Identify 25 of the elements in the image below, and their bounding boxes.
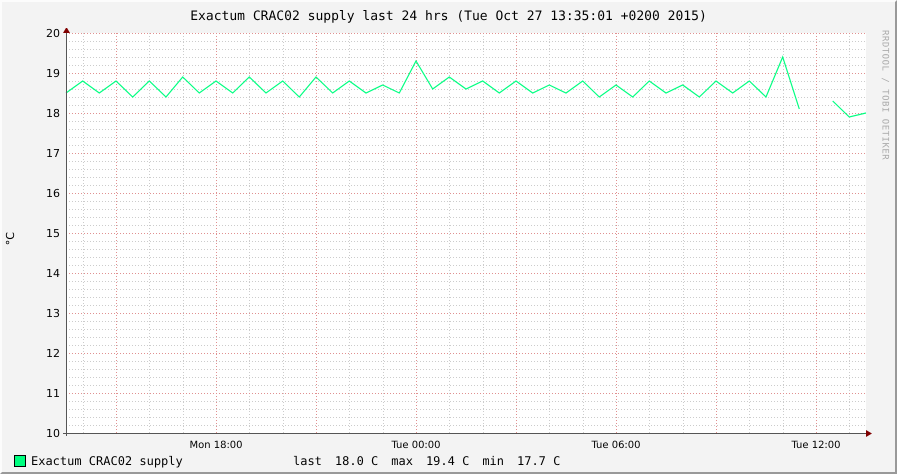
axis-tick-label: 19 [46,67,60,80]
axis-tick-label: 10 [46,427,60,440]
axis-tick-label: 11 [46,387,60,400]
axis-tick-label: Tue 06:00 [592,440,641,450]
axis-tick-label: 20 [46,28,60,40]
axis-tick-label: 12 [46,347,60,360]
chart-title: Exactum CRAC02 supply last 24 hrs (Tue Oct 27 13:35:01 +0200 2015) [189,8,708,26]
axis-tick-label: 13 [46,307,60,320]
legend-stat-label: max [391,454,413,468]
axis-tick-label: Mon 18:00 [190,440,243,450]
axis-tick-label: 17 [46,147,60,160]
legend-stat-value: 18.0 C [334,454,378,468]
legend-stat-label: min [482,454,504,468]
axis-tick-label: 15 [46,227,60,240]
axis-tick-label: 18 [46,107,60,120]
legend-label: Exactum CRAC02 supply [31,454,184,468]
legend-stat-label: last [293,454,322,468]
axis-tick-label: 16 [46,187,60,200]
legend-stat-value: 17.7 C [517,454,560,468]
axis-tick-label: Tue 12:00 [792,440,841,450]
side-text: RRDTOOL / TOBI OETIKER [880,30,890,160]
axis-tick-label: 14 [46,267,60,280]
y-axis-label: °C [4,232,18,246]
axis-tick-label: Tue 00:00 [392,440,441,450]
legend-stat-value: 19.4 C [426,454,470,468]
